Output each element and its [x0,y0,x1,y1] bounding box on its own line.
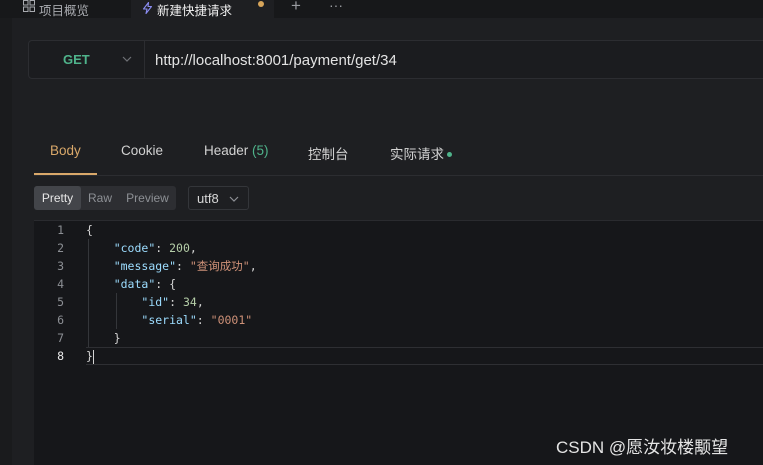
json-string: "查询成功" [189,259,250,273]
json-key: "message" [113,259,177,273]
more-tabs-icon[interactable]: ··· [326,0,346,14]
tab-body[interactable]: Body [50,143,81,158]
json-number: 34 [182,295,197,309]
line-number: 5 [57,295,64,309]
code-line: 4 "data": { [34,275,763,293]
line-number: 8 [57,349,64,363]
json-key: "id" [141,295,170,309]
header-count-badge: (5) [252,143,269,158]
url-input[interactable] [155,50,755,70]
code-text: } [86,347,94,365]
left-gutter [0,18,12,465]
line-number: 4 [57,277,64,291]
code-text: "message": "查询成功", [113,259,257,273]
watermark: CSDN @愿汝妆楼颙望 [556,438,729,457]
json-key: "serial" [141,313,197,327]
line-number: 6 [57,313,64,327]
method-label: GET [63,52,90,67]
tab-project-overview[interactable]: 项目概览 [0,0,130,18]
chevron-down-icon [229,196,239,202]
format-switcher: Pretty Raw Preview [34,186,176,210]
code-text: } [86,329,121,347]
code-line: 7 } [34,329,763,347]
brace: } [113,331,121,345]
code-line: 1 { [34,221,763,239]
status-dot-icon [447,151,452,157]
tab-new-quick-request[interactable]: 新建快捷请求 [131,0,274,18]
tab-cookie[interactable]: Cookie [121,143,163,158]
tab-real-request-label: 实际请求 [390,147,444,162]
code-line: 5 "id": 34, [34,293,763,311]
chevron-down-icon [122,56,132,62]
json-key: "data" [113,277,156,291]
format-pretty-button[interactable]: Pretty [34,186,81,210]
encoding-select[interactable]: utf8 [188,186,249,210]
line-number: 7 [57,331,64,345]
tab-project-overview-label: 项目概览 [39,3,90,18]
brace: { [86,223,93,237]
code-text: "code": 200, [113,241,197,255]
response-body-editor[interactable]: 1 { 2 "code": 200, 3 "message": "查询成功", … [34,220,763,465]
tab-console[interactable]: 控制台 [308,143,349,163]
code-line: 3 "message": "查询成功", [34,257,763,275]
line-number: 3 [57,259,64,273]
request-url-bar: GET [28,40,763,79]
line-number: 2 [57,241,64,255]
tab-header[interactable]: Header (5) [204,143,269,158]
encoding-label: utf8 [197,190,219,206]
code-text: "serial": "0001" [141,313,253,327]
grid-icon [23,0,35,12]
new-tab-plus-icon[interactable]: + [286,0,306,15]
code-text: "id": 34, [141,295,204,309]
tab-new-quick-request-label: 新建快捷请求 [157,3,233,18]
json-string: "0001" [210,313,253,327]
code-text: { [86,221,93,239]
format-raw-button[interactable]: Raw [81,186,119,210]
tab-strip: 项目概览 新建快捷请求 + ··· [0,0,763,18]
code-line: 6 "serial": "0001" [34,311,763,329]
brace: } [86,349,93,363]
lightning-icon [142,2,153,14]
tab-header-label: Header [204,143,249,158]
tabs-divider [34,175,763,176]
code-text: "data": { [113,277,177,291]
tab-real-request[interactable]: 实际请求 [390,143,452,163]
method-select[interactable]: GET [29,41,145,78]
code-line: 2 "code": 200, [34,239,763,257]
line-number: 1 [57,223,64,237]
text-cursor [92,349,94,364]
unsaved-dot-icon [258,1,264,7]
code-line: 8 } [34,347,763,365]
json-key: "code" [113,241,156,255]
json-number: 200 [169,241,190,255]
brace: { [169,277,177,291]
format-preview-button[interactable]: Preview [119,186,176,210]
